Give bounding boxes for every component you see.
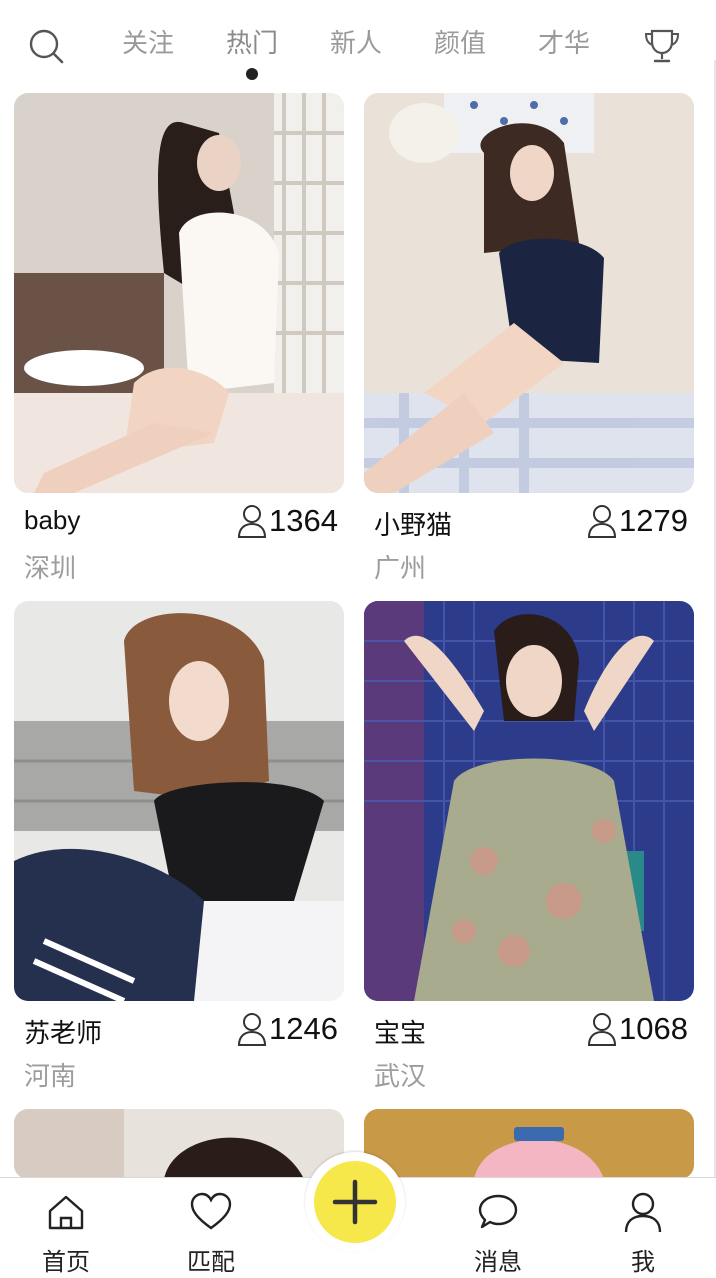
nav-home[interactable]: 首页	[21, 1190, 111, 1276]
category-tabs: 关注 热门 新人 颜值 才华	[96, 22, 616, 80]
tab-label: 才华	[537, 29, 590, 59]
follower-count: 1279	[587, 503, 688, 539]
message-icon	[478, 1194, 518, 1229]
tab-hot[interactable]: 热门	[200, 22, 304, 80]
nav-label: 消息	[474, 1248, 522, 1276]
nav-label: 我	[631, 1248, 655, 1276]
profile-card[interactable]: baby 1364 深圳	[14, 93, 344, 584]
nav-label: 匹配	[187, 1248, 235, 1276]
profile-city: 广州	[374, 554, 427, 584]
profile-card[interactable]: 小野猫 1279 广州	[364, 93, 694, 584]
profile-card[interactable]: 宝宝 1068 武汉	[364, 601, 694, 1092]
profile-name: 苏老师	[24, 1018, 103, 1048]
count-value: 1279	[619, 503, 688, 538]
tab-label: 新人	[329, 29, 382, 59]
heart-icon	[190, 1192, 232, 1230]
follower-count: 1246	[237, 1011, 338, 1047]
user-icon	[624, 1192, 662, 1233]
profile-city: 深圳	[24, 554, 77, 584]
profile-card[interactable]	[14, 1109, 344, 1179]
tab-label: 颜值	[433, 29, 486, 59]
nav-match[interactable]: 匹配	[166, 1190, 256, 1276]
trophy-icon[interactable]	[640, 24, 684, 68]
tab-follow[interactable]: 关注	[96, 22, 200, 72]
profile-city: 河南	[24, 1062, 77, 1092]
nav-messages[interactable]: 消息	[453, 1190, 543, 1276]
profile-name: 小野猫	[374, 510, 453, 540]
profile-photo	[14, 601, 344, 1001]
user-outline-icon	[238, 1013, 267, 1046]
profile-name: baby	[24, 505, 81, 535]
nav-me[interactable]: 我	[598, 1190, 688, 1276]
profile-photo	[364, 1109, 694, 1179]
tab-label: 关注	[121, 29, 174, 59]
profile-photo	[364, 601, 694, 1001]
user-outline-icon	[588, 505, 617, 538]
tab-new[interactable]: 新人	[304, 22, 408, 72]
profile-photo	[364, 93, 694, 493]
profile-photo	[14, 1109, 344, 1179]
follower-count: 1364	[237, 503, 338, 539]
profile-city: 武汉	[374, 1062, 427, 1092]
profile-photo	[14, 93, 344, 493]
follower-count: 1068	[587, 1011, 688, 1047]
app-screen: 关注 热门 新人 颜值 才华 baby 1364 深圳 小野猫 1279 广州 …	[0, 0, 716, 1278]
top-nav: 关注 热门 新人 颜值 才华	[0, 0, 716, 86]
add-post-button[interactable]	[314, 1161, 396, 1243]
tab-talent[interactable]: 才华	[512, 22, 616, 72]
profile-name: 宝宝	[374, 1018, 427, 1048]
nav-label: 首页	[42, 1248, 90, 1276]
profile-card[interactable]	[364, 1109, 694, 1179]
tab-looks[interactable]: 颜值	[408, 22, 512, 72]
active-tab-indicator	[246, 68, 258, 80]
user-outline-icon	[238, 505, 267, 538]
user-outline-icon	[588, 1013, 617, 1046]
plus-icon	[332, 1179, 378, 1225]
search-icon[interactable]	[26, 26, 66, 66]
profile-card[interactable]: 苏老师 1246 河南	[14, 601, 344, 1092]
count-value: 1246	[269, 1011, 338, 1046]
count-value: 1068	[619, 1011, 688, 1046]
home-icon	[48, 1195, 84, 1230]
count-value: 1364	[269, 503, 338, 538]
tab-label: 热门	[225, 29, 278, 59]
